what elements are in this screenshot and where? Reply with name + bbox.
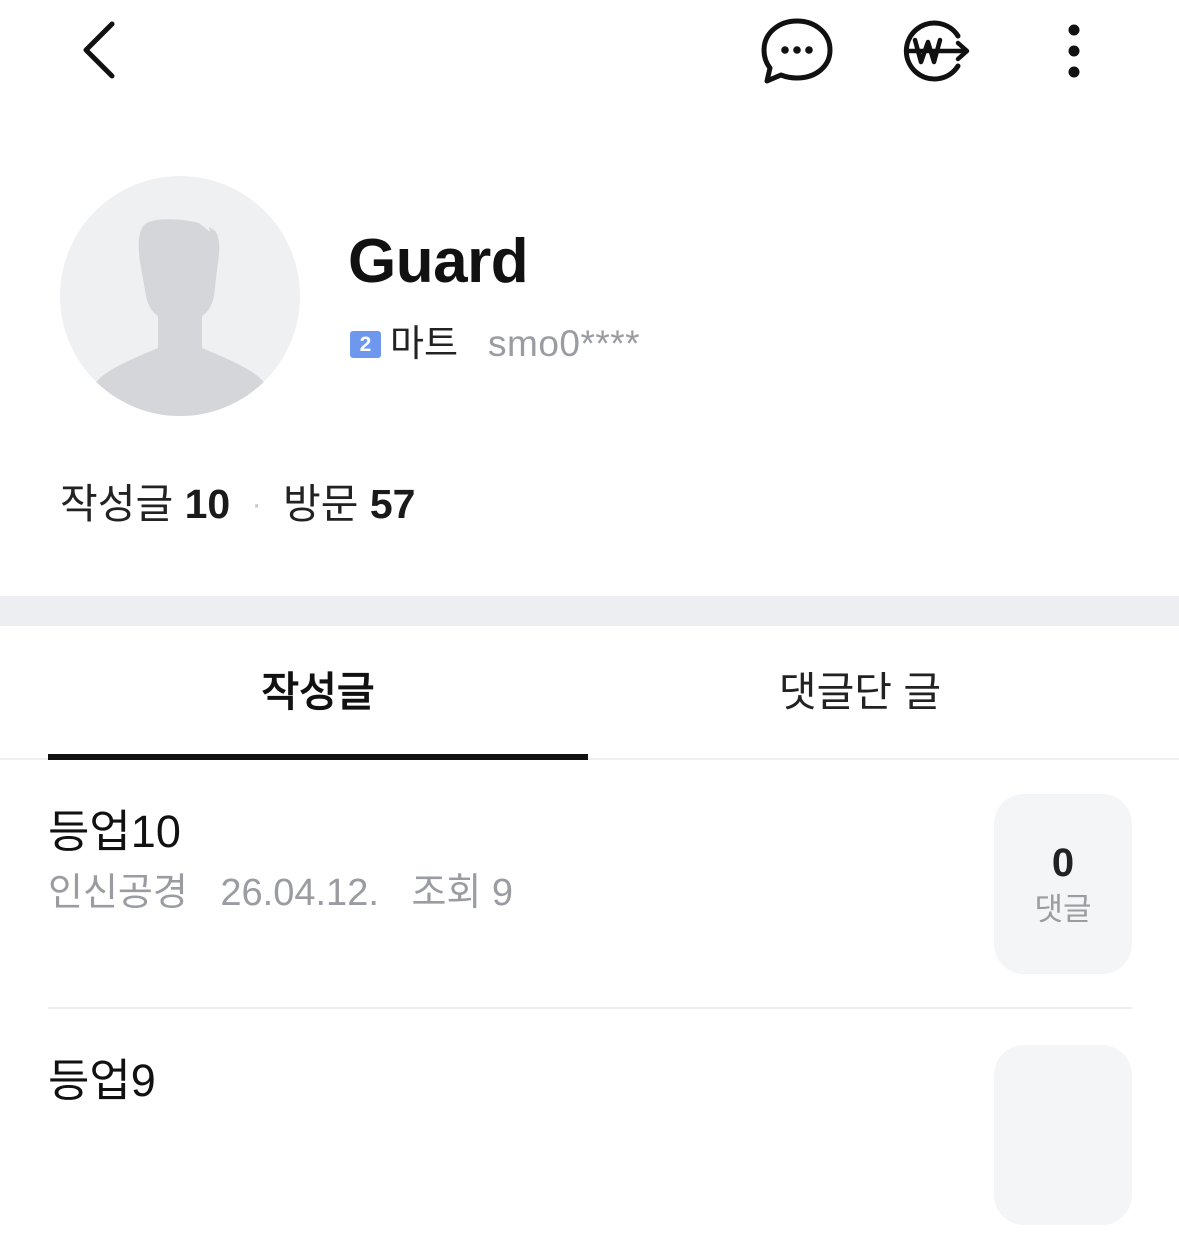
post-title: 등업9 bbox=[48, 1055, 156, 1106]
post-board: 인신공경 bbox=[48, 872, 188, 914]
tab-bar: 작성글 댓글단 글 bbox=[0, 626, 1179, 760]
post-views: 조회 9 bbox=[411, 872, 514, 914]
posts-label: 작성글 bbox=[60, 481, 174, 527]
list-item[interactable]: 등업9 bbox=[48, 1009, 1132, 1257]
comment-label: 댓글 bbox=[1034, 892, 1092, 927]
tab-commented-posts[interactable]: 댓글단 글 bbox=[590, 626, 1130, 758]
stats-separator: · bbox=[251, 488, 262, 521]
avatar[interactable] bbox=[60, 176, 300, 416]
chevron-left-icon[interactable] bbox=[74, 18, 124, 82]
section-divider bbox=[0, 596, 1179, 626]
comment-count: 0 bbox=[1051, 841, 1075, 885]
level-badge: 2 bbox=[350, 331, 381, 358]
level-name: 마트 bbox=[390, 323, 459, 364]
tab-posts[interactable]: 작성글 bbox=[48, 626, 588, 758]
post-meta: 인신공경 26.04.12. 조회 9 bbox=[48, 868, 535, 918]
user-id: smo0**** bbox=[488, 323, 641, 364]
top-navigation-bar bbox=[0, 0, 1179, 110]
visits-count: 57 bbox=[369, 481, 416, 527]
profile-stats: 작성글 10 · 방문 57 bbox=[60, 478, 415, 531]
default-person-icon bbox=[60, 219, 300, 416]
post-title: 등업10 bbox=[48, 806, 181, 857]
comment-count-box[interactable] bbox=[994, 1045, 1132, 1225]
vertical-ellipsis-icon[interactable] bbox=[1052, 20, 1096, 82]
chat-bubble-ellipsis-icon[interactable] bbox=[760, 16, 834, 86]
won-transfer-icon[interactable] bbox=[898, 18, 974, 84]
posts-count: 10 bbox=[184, 481, 231, 527]
post-date: 26.04.12. bbox=[220, 872, 379, 914]
list-item[interactable]: 등업10 인신공경 26.04.12. 조회 9 0 댓글 bbox=[48, 760, 1132, 1008]
profile-nickname: Guard bbox=[348, 227, 529, 296]
comment-count-box[interactable]: 0 댓글 bbox=[994, 794, 1132, 974]
visits-label: 방문 bbox=[283, 481, 359, 527]
